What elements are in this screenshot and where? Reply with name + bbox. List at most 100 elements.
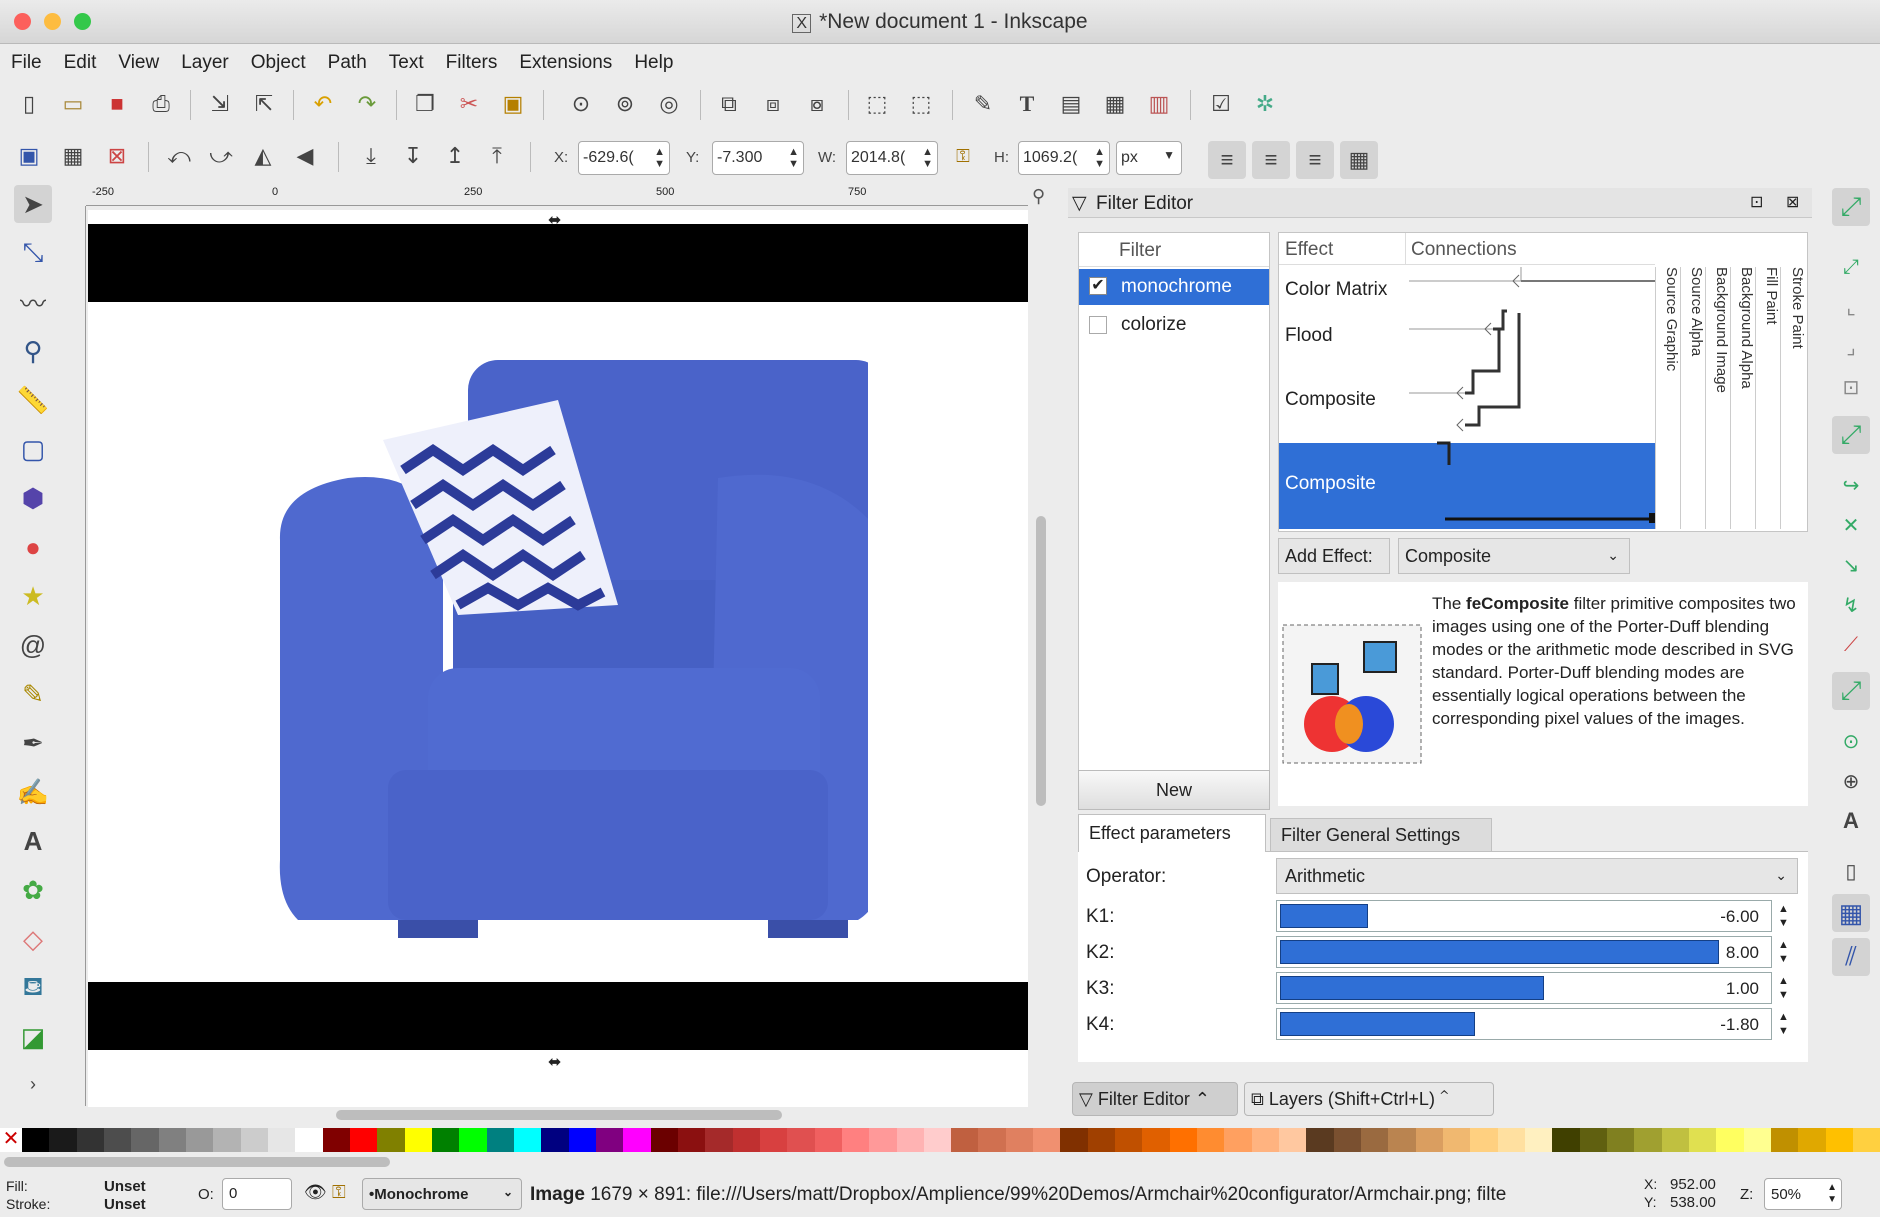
menu-text[interactable]: Text [378, 44, 435, 74]
color-swatch[interactable] [568, 1128, 596, 1152]
y-input[interactable]: -7.300 ▲ ▼ [712, 141, 804, 175]
filter-item-colorize[interactable]: colorize [1079, 307, 1269, 343]
operator-select[interactable]: Arithmetic ⌄ [1276, 858, 1798, 894]
snap-bbox-icon[interactable]: ⤢ [1832, 248, 1870, 286]
tweak-tool-icon[interactable]: 〰 [14, 283, 52, 321]
new-document-icon[interactable]: ▯ [14, 89, 44, 119]
new-filter-button[interactable]: New [1078, 770, 1270, 810]
star-tool-icon[interactable]: ★ [14, 577, 52, 615]
color-swatch[interactable] [1716, 1128, 1744, 1152]
color-swatch[interactable] [322, 1128, 350, 1152]
color-swatch[interactable] [1470, 1128, 1498, 1152]
color-swatch[interactable] [431, 1128, 460, 1152]
color-swatch[interactable] [1743, 1128, 1771, 1152]
color-swatch[interactable] [923, 1128, 952, 1152]
color-swatch[interactable] [1388, 1128, 1416, 1152]
param-stepper-icon[interactable]: ▲ ▼ [1778, 974, 1789, 1002]
menu-edit[interactable]: Edit [53, 44, 108, 74]
select-all-icon[interactable]: ▣ [14, 141, 44, 171]
detach-icon[interactable]: ⊡ [1750, 192, 1763, 212]
snap-page-icon[interactable]: ▯ [1832, 852, 1870, 890]
color-swatch[interactable] [377, 1128, 405, 1152]
preferences-icon[interactable]: ☑ [1206, 89, 1236, 119]
spiral-tool-icon[interactable]: @ [14, 626, 52, 664]
color-swatch[interactable] [267, 1128, 296, 1152]
color-swatch[interactable] [978, 1128, 1006, 1152]
color-swatch[interactable] [1169, 1128, 1198, 1152]
menu-view[interactable]: View [107, 44, 170, 74]
color-swatch[interactable] [650, 1128, 678, 1152]
color-swatch[interactable] [1087, 1128, 1116, 1152]
layer-select[interactable]: •Monochrome ⌄ [362, 1178, 522, 1210]
w-stepper-icon[interactable]: ▲ ▼ [922, 146, 933, 170]
lock-icon[interactable]: ⚿ [332, 1182, 346, 1203]
snap-intersection-icon[interactable]: ✕ [1832, 506, 1870, 544]
deselect-icon[interactable]: ⊠ [102, 141, 132, 171]
flip-vertical-icon[interactable]: ◀ [290, 141, 320, 171]
spray-tool-icon[interactable]: ✿ [14, 871, 52, 909]
tab-filter-general-settings[interactable]: Filter General Settings [1270, 818, 1492, 852]
snap-smooth-icon[interactable]: ↯ [1832, 586, 1870, 624]
open-icon[interactable]: ▭ [58, 89, 88, 119]
snap-cusp-icon[interactable]: ↘ [1832, 546, 1870, 584]
snap-center-icon[interactable]: ⊙ [1832, 722, 1870, 760]
cut-icon[interactable]: ✂ [454, 89, 484, 119]
zoom-input[interactable]: 50% ▲ ▼ [1764, 1178, 1842, 1210]
color-swatch[interactable] [22, 1128, 50, 1152]
color-swatch[interactable] [1825, 1128, 1853, 1152]
checkbox-checked-icon[interactable]: ✔ [1089, 277, 1107, 295]
close-panel-icon[interactable]: ⊠ [1786, 192, 1799, 212]
color-swatch[interactable] [1607, 1128, 1635, 1152]
zoom-stepper-icon[interactable]: ▲ ▼ [1827, 1182, 1837, 1206]
eraser-tool-icon[interactable]: ◇ [14, 920, 52, 958]
color-swatch[interactable] [486, 1128, 514, 1152]
raise-icon[interactable]: ↥ [440, 141, 470, 171]
checkbox-unchecked-icon[interactable] [1089, 316, 1107, 334]
color-swatch[interactable] [1333, 1128, 1362, 1152]
zoom-selection-icon[interactable]: ⊙ [566, 89, 596, 119]
scale-corners-icon[interactable]: ≡ [1252, 141, 1290, 179]
document-metadata-icon[interactable]: ✲ [1250, 89, 1280, 119]
zoom-page-icon[interactable]: ◎ [654, 89, 684, 119]
color-swatch[interactable] [1224, 1128, 1252, 1152]
lower-bottom-icon[interactable]: ⤓ [356, 141, 386, 171]
rectangle-tool-icon[interactable]: ▢ [14, 430, 52, 468]
snap-bbox-edge-icon[interactable]: ⌞ [1832, 288, 1870, 326]
color-swatch[interactable] [1033, 1128, 1061, 1152]
color-swatch[interactable] [1142, 1128, 1170, 1152]
color-swatch[interactable] [349, 1128, 378, 1152]
undo-icon[interactable]: ↶ [308, 89, 338, 119]
color-swatch[interactable] [131, 1128, 159, 1152]
color-swatch[interactable] [1306, 1128, 1334, 1152]
node-tool-icon[interactable]: ⤡ [14, 234, 52, 272]
color-swatch[interactable] [1279, 1128, 1307, 1152]
more-tools-chevron-icon[interactable]: › [14, 1065, 52, 1103]
h-input[interactable]: 1069.2(▲ ▼ [1018, 141, 1110, 175]
eye-icon[interactable]: 👁 [304, 1182, 327, 1203]
move-patterns-icon[interactable]: ▦ [1340, 141, 1378, 179]
resize-handle-icon[interactable]: ⬌ [548, 1052, 561, 1072]
paint-bucket-tool-icon[interactable]: ⛾ [14, 969, 52, 1007]
move-gradients-icon[interactable]: ≡ [1296, 141, 1334, 179]
text-font-icon[interactable]: T [1012, 89, 1042, 119]
color-swatch[interactable] [1060, 1128, 1088, 1152]
snap-others-icon[interactable]: ⤢ [1832, 672, 1870, 710]
selector-tool-icon[interactable]: ➤ [14, 185, 52, 223]
zoom-drawing-icon[interactable]: ⊚ [610, 89, 640, 119]
ungroup-icon[interactable]: ⬚ [906, 89, 936, 119]
unlink-clone-icon[interactable]: ⧇ [802, 89, 832, 119]
dock-tab-layers[interactable]: ⧉ Layers (Shift+Ctrl+L) ⌃ [1244, 1082, 1494, 1116]
add-effect-select[interactable]: Composite ⌄ [1398, 538, 1630, 574]
unit-select[interactable]: px ▼ [1116, 141, 1182, 175]
color-swatch[interactable] [103, 1128, 132, 1152]
color-swatch[interactable] [513, 1128, 542, 1152]
param-slider-k1[interactable]: -6.00 [1276, 900, 1772, 932]
opacity-input[interactable]: 0 [222, 1178, 292, 1210]
color-swatch[interactable] [1552, 1128, 1580, 1152]
calligraphy-tool-icon[interactable]: ✍ [14, 773, 52, 811]
pen-tool-icon[interactable]: ✒ [14, 724, 52, 762]
color-swatch[interactable] [213, 1128, 241, 1152]
filter-item-monochrome[interactable]: ✔ monochrome [1079, 269, 1269, 305]
3d-box-tool-icon[interactable]: ⬢ [14, 479, 52, 517]
ellipse-tool-icon[interactable]: ● [14, 528, 52, 566]
